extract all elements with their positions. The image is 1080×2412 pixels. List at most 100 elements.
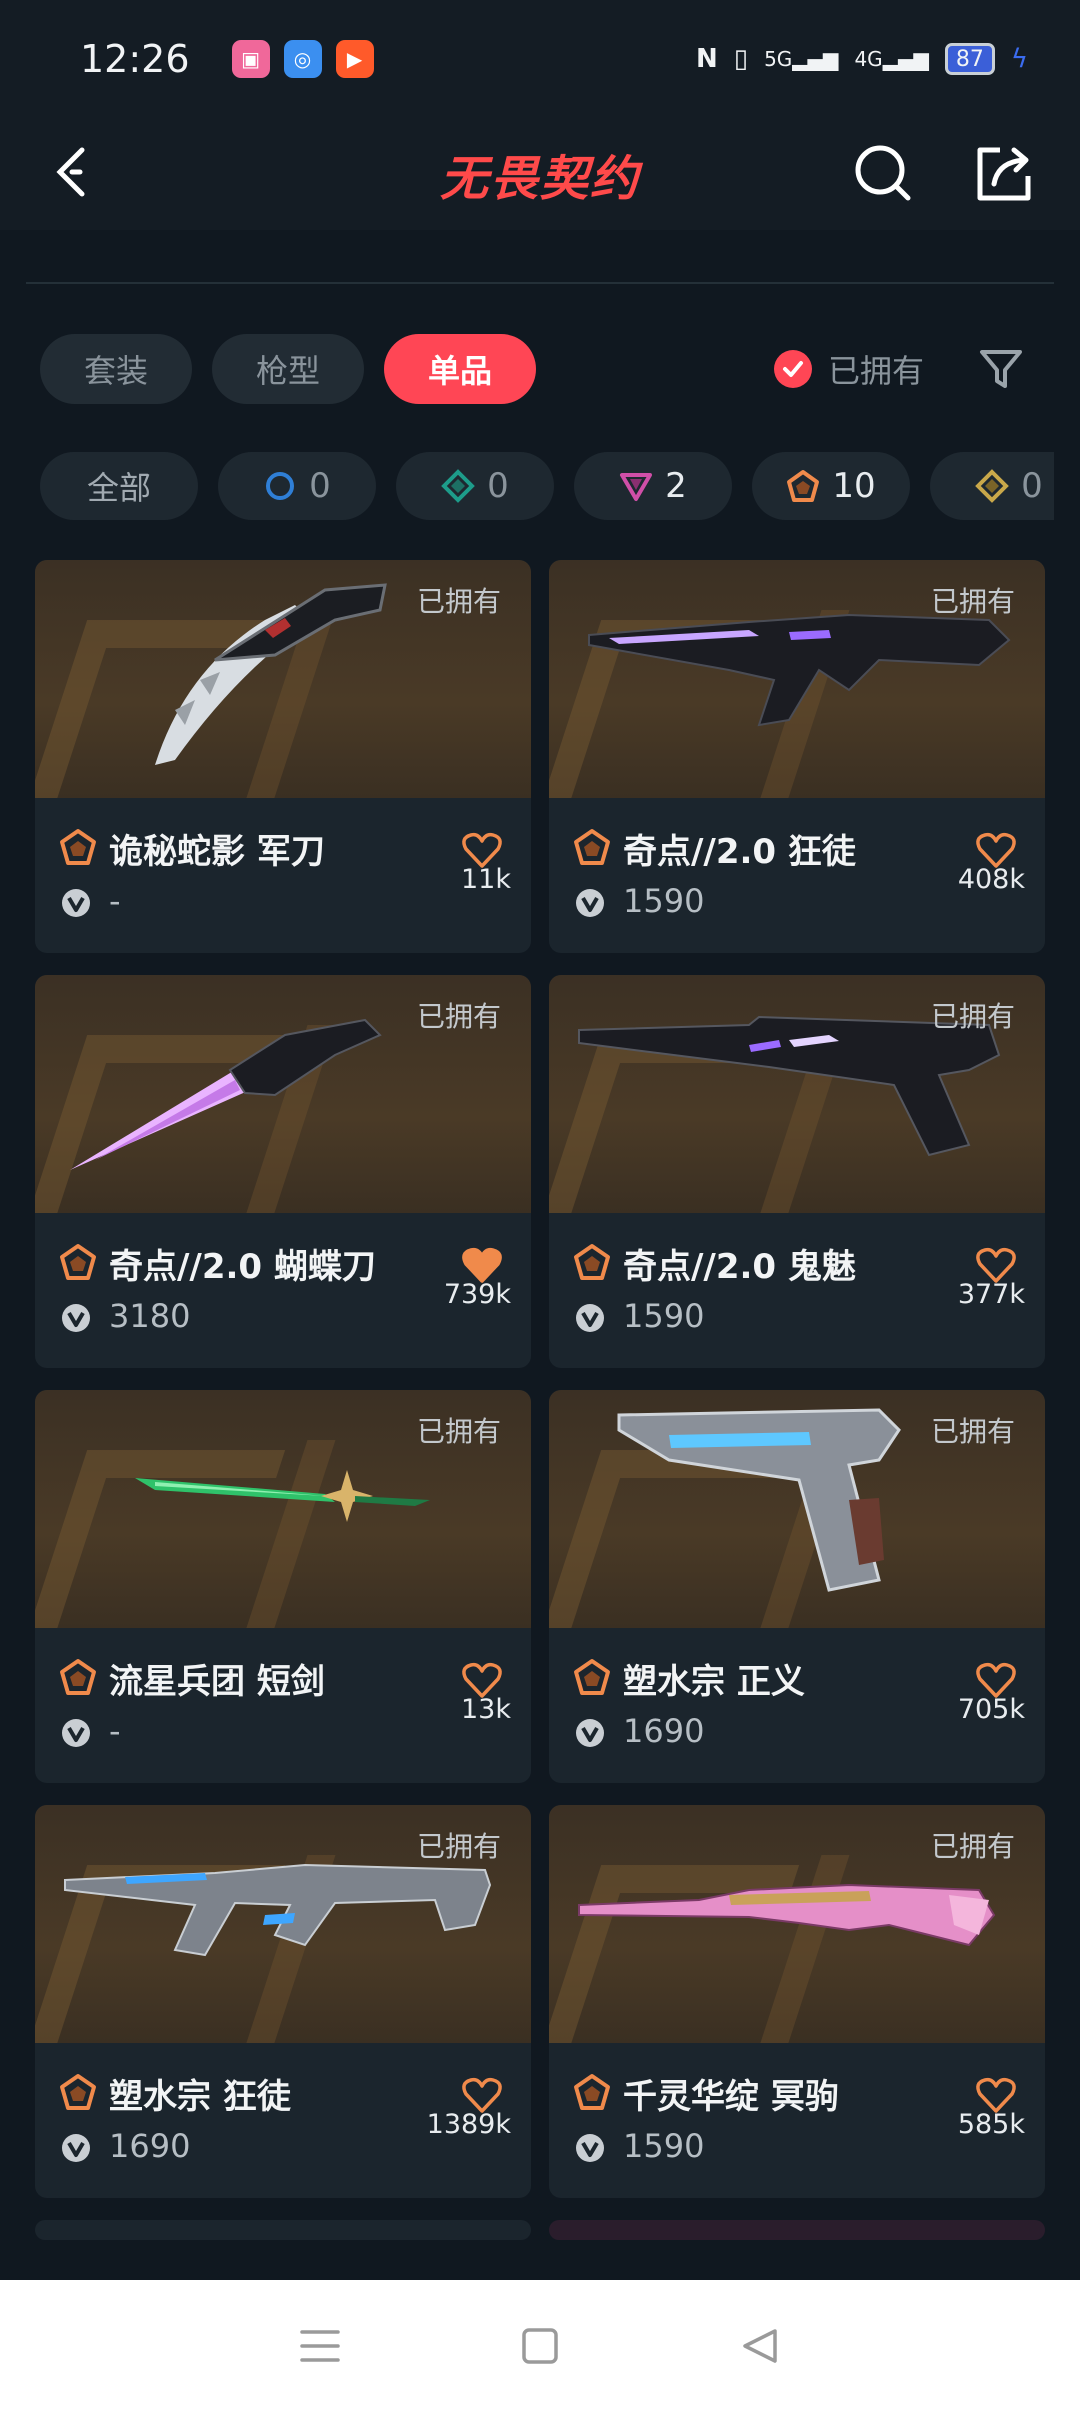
skin-name: 奇点//2.0 蝴蝶刀 bbox=[109, 1247, 376, 1287]
header-divider bbox=[26, 282, 1054, 284]
skin-name: 千灵华绽 冥驹 bbox=[623, 2077, 839, 2117]
chip-ultra-tier[interactable]: 0 bbox=[930, 452, 1054, 520]
status-time: 12:26 bbox=[80, 37, 190, 81]
owned-tag: 已拥有 bbox=[930, 1000, 1015, 1033]
skin-price: - bbox=[109, 882, 121, 920]
search-button[interactable] bbox=[850, 140, 916, 206]
chip-premium-tier[interactable]: 2 bbox=[574, 452, 732, 520]
skin-card[interactable]: 已拥有 奇点//2.0 鬼魅 1590 377k bbox=[549, 975, 1045, 1368]
valorant-points-icon bbox=[576, 1304, 604, 1332]
triangle-back-icon bbox=[743, 2329, 777, 2363]
owned-tag: 已拥有 bbox=[416, 1000, 501, 1033]
like-count: 13k bbox=[461, 1694, 511, 1725]
filter-button[interactable] bbox=[978, 346, 1024, 392]
like-count: 705k bbox=[957, 1694, 1025, 1725]
deluxe-tier-icon bbox=[441, 469, 476, 503]
like-count: 739k bbox=[443, 1279, 511, 1310]
valorant-points-icon bbox=[576, 1719, 604, 1747]
tab-single-items[interactable]: 单品 bbox=[384, 334, 537, 404]
owned-filter-label: 已拥有 bbox=[828, 352, 925, 390]
owned-tag: 已拥有 bbox=[930, 1830, 1015, 1863]
skin-image: 已拥有 bbox=[549, 975, 1045, 1213]
exclusive-tier-icon bbox=[574, 829, 610, 865]
exclusive-tier-icon bbox=[574, 1659, 610, 1695]
skin-name: 塑水宗 狂徒 bbox=[109, 2077, 291, 2117]
skin-price: 1690 bbox=[109, 2127, 191, 2165]
status-bar: 12:26 ▣ ◎ ▶ N ▯ 5G▂▄▆ 4G▂▄▆ 87 ϟ bbox=[0, 0, 1080, 118]
content-area[interactable]: 套装 枪型 单品 已拥有 全部 0 0 2 10 0 已拥有 诡秘蛇影 军刀 -… bbox=[0, 230, 1080, 2280]
like-count: 377k bbox=[957, 1279, 1025, 1310]
system-nav-bar bbox=[0, 2280, 1080, 2412]
skin-card[interactable]: 已拥有 塑水宗 狂徒 1690 1389k bbox=[35, 1805, 531, 2198]
valorant-points-icon bbox=[576, 2134, 604, 2162]
valorant-points-icon bbox=[62, 889, 90, 917]
skin-card-partial[interactable] bbox=[35, 2220, 531, 2240]
skin-image: 已拥有 bbox=[35, 975, 531, 1213]
valorant-points-icon bbox=[62, 2134, 90, 2162]
exclusive-tier-icon bbox=[574, 1244, 610, 1280]
skin-price: 1590 bbox=[623, 882, 705, 920]
signal-4g-icon: 4G▂▄▆ bbox=[854, 47, 929, 71]
skin-name: 诡秘蛇影 军刀 bbox=[109, 832, 325, 872]
chip-all[interactable]: 全部 bbox=[40, 452, 198, 520]
chip-count: 0 bbox=[1021, 466, 1043, 506]
skin-image: 已拥有 bbox=[35, 560, 531, 798]
share-icon bbox=[977, 147, 1031, 201]
skin-name: 奇点//2.0 鬼魅 bbox=[623, 1247, 856, 1287]
square-icon bbox=[522, 2328, 558, 2364]
tab-weapon-types[interactable]: 枪型 bbox=[212, 334, 365, 404]
select-tier-icon bbox=[266, 472, 295, 500]
exclusive-tier-icon bbox=[60, 1244, 96, 1280]
tab-bundles[interactable]: 套装 bbox=[40, 334, 193, 404]
home-button[interactable] bbox=[510, 2316, 570, 2376]
charging-icon: ϟ bbox=[1010, 44, 1028, 74]
skin-name: 塑水宗 正义 bbox=[623, 1662, 805, 1702]
valorant-points-icon bbox=[576, 889, 604, 917]
back-button[interactable] bbox=[46, 142, 106, 202]
recent-apps-button[interactable] bbox=[290, 2316, 350, 2376]
skin-card-partial[interactable] bbox=[549, 2220, 1045, 2240]
vibrate-icon: ▯ bbox=[733, 44, 749, 74]
chip-count: 0 bbox=[487, 466, 509, 506]
valorant-points-icon bbox=[62, 1719, 90, 1747]
skin-card[interactable]: 已拥有 奇点//2.0 狂徒 1590 408k bbox=[549, 560, 1045, 953]
skin-card[interactable]: 已拥有 诡秘蛇影 军刀 - 11k bbox=[35, 560, 531, 953]
skin-image: 已拥有 bbox=[549, 560, 1045, 798]
ultra-tier-icon bbox=[975, 469, 1010, 503]
skin-card[interactable]: 已拥有 千灵华绽 冥驹 1590 585k bbox=[549, 1805, 1045, 2198]
skin-image: 已拥有 bbox=[35, 1805, 531, 2043]
exclusive-tier-icon bbox=[787, 470, 820, 502]
like-count: 585k bbox=[957, 2109, 1025, 2140]
owned-filter-toggle[interactable]: 已拥有 bbox=[774, 346, 924, 392]
valorant-points-icon bbox=[62, 1304, 90, 1332]
skin-grid: 已拥有 诡秘蛇影 军刀 - 11k 已拥有 奇点//2.0 狂徒 1590 40… bbox=[35, 560, 1045, 2240]
exclusive-tier-icon bbox=[60, 2074, 96, 2110]
back-nav-button[interactable] bbox=[730, 2316, 790, 2376]
checkmark-icon bbox=[774, 350, 812, 388]
owned-tag: 已拥有 bbox=[416, 585, 501, 618]
app-header: 无畏契约 bbox=[0, 118, 1080, 230]
skin-card[interactable]: 已拥有 奇点//2.0 蝴蝶刀 3180 739k bbox=[35, 975, 531, 1368]
bilibili-app-icon: ▣ bbox=[231, 40, 270, 78]
chip-count: 2 bbox=[665, 466, 687, 506]
skin-card[interactable]: 已拥有 流星兵团 短剑 - 13k bbox=[35, 1390, 531, 1783]
chip-select-tier[interactable]: 0 bbox=[218, 452, 376, 520]
search-icon bbox=[855, 145, 911, 201]
skin-name: 奇点//2.0 狂徒 bbox=[623, 832, 856, 872]
skin-price: 1690 bbox=[623, 1712, 705, 1750]
skin-price: 1590 bbox=[623, 2127, 705, 2165]
filter-icon bbox=[980, 350, 1022, 388]
nfc-icon: N bbox=[695, 44, 718, 74]
chip-label: 全部 bbox=[86, 469, 151, 507]
skin-card[interactable]: 已拥有 塑水宗 正义 1690 705k bbox=[549, 1390, 1045, 1783]
like-count: 11k bbox=[461, 864, 511, 895]
app-logo-title: 无畏契约 bbox=[439, 151, 640, 207]
video-app-icon: ▶ bbox=[335, 40, 374, 78]
chip-exclusive-tier[interactable]: 10 bbox=[752, 452, 910, 520]
chip-deluxe-tier[interactable]: 0 bbox=[396, 452, 554, 520]
exclusive-tier-icon bbox=[574, 2074, 610, 2110]
owned-tag: 已拥有 bbox=[416, 1830, 501, 1863]
signal-5g-icon: 5G▂▄▆ bbox=[764, 47, 839, 71]
premium-tier-icon bbox=[620, 473, 653, 501]
share-button[interactable] bbox=[970, 140, 1036, 206]
